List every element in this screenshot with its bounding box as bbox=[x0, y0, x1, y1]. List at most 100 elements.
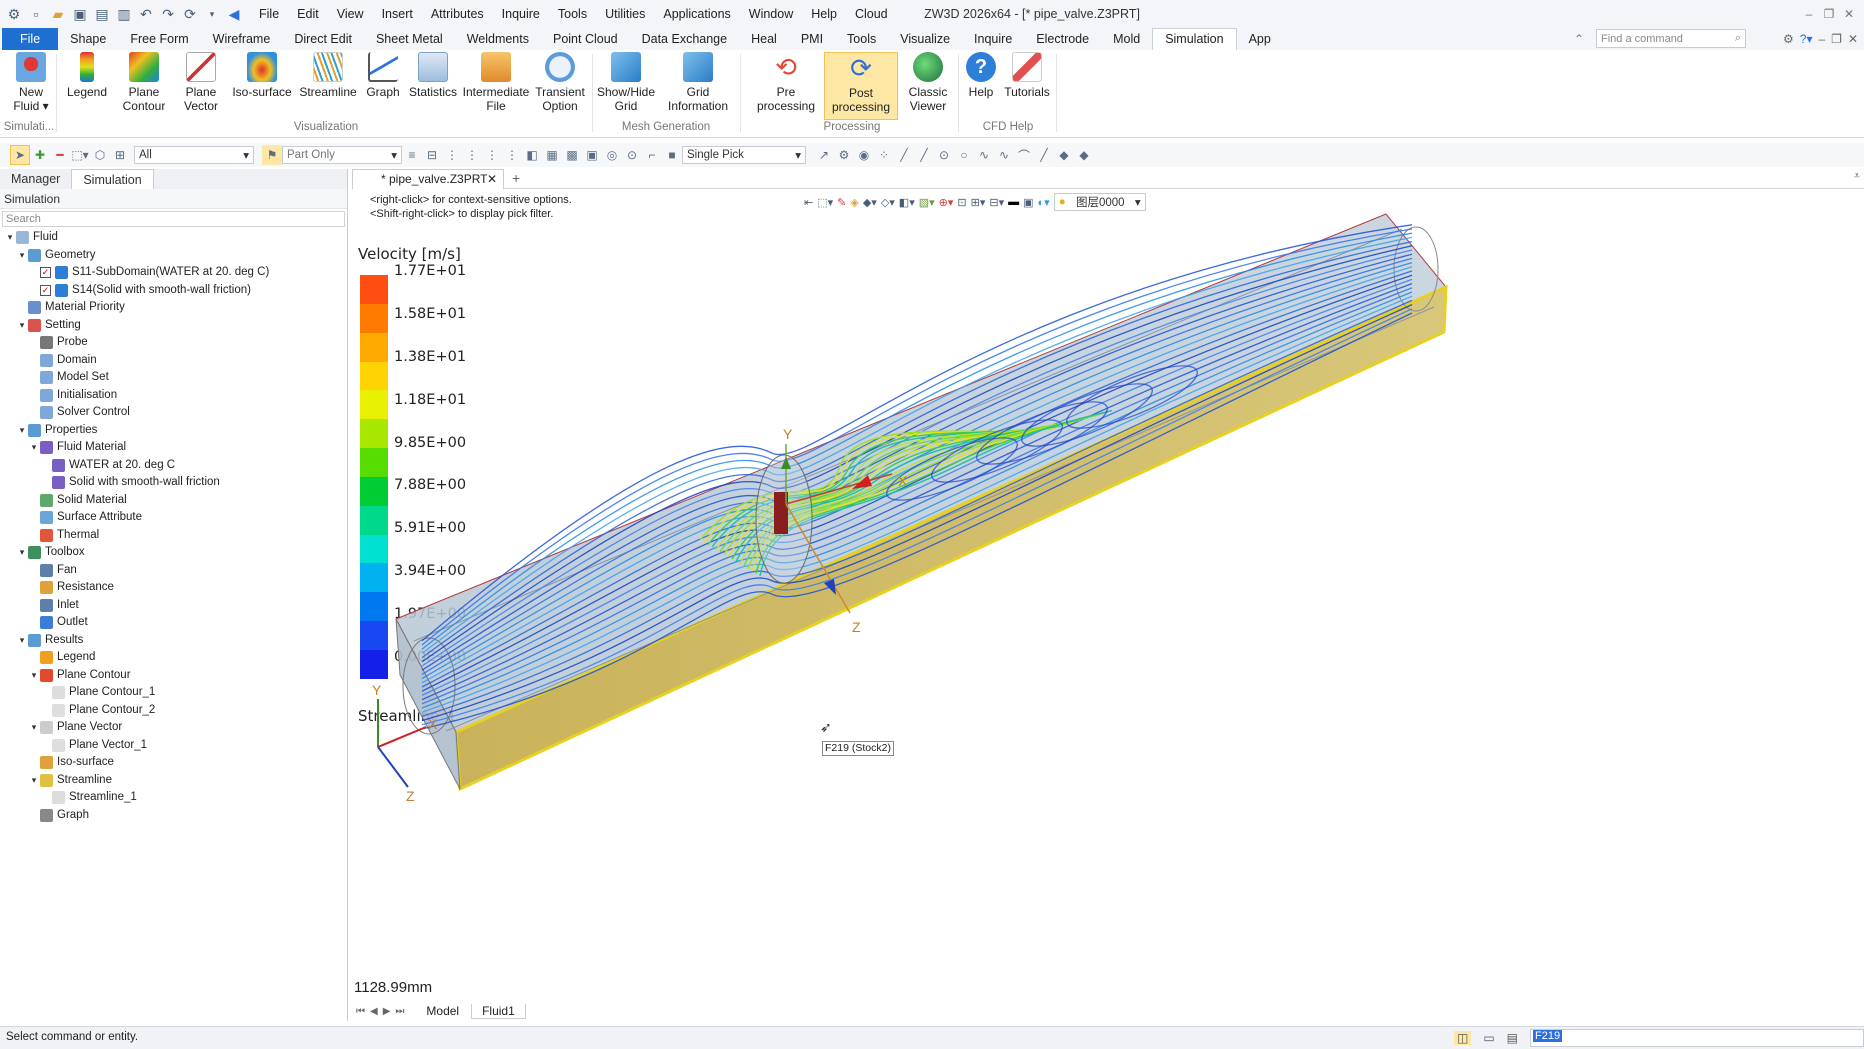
tutorials-button[interactable]: Tutorials bbox=[1002, 52, 1052, 99]
toolbar-icon-g[interactable]: ◧ bbox=[522, 145, 542, 165]
back-arrow-icon[interactable]: ◀ bbox=[224, 4, 244, 24]
find-command-input[interactable]: Find a command ⌕ bbox=[1596, 29, 1746, 48]
snap-icon-9[interactable]: ∿ bbox=[974, 145, 994, 165]
tree-node[interactable]: Graph bbox=[0, 807, 347, 825]
command-input[interactable]: F219 bbox=[1530, 1029, 1864, 1047]
close-tab-icon[interactable]: ✕ bbox=[487, 170, 497, 189]
tree-node[interactable]: ▾ Fluid bbox=[0, 229, 347, 247]
iso-surface-button[interactable]: Iso-surface bbox=[232, 52, 292, 99]
last-sheet-icon[interactable]: ⏭ bbox=[395, 1006, 404, 1017]
menu-tools[interactable]: Tools bbox=[549, 0, 596, 28]
expand-chevron-icon[interactable]: ▾ bbox=[16, 317, 28, 335]
prev-sheet-icon[interactable]: ◀ bbox=[370, 1006, 378, 1017]
toolbar-icon-c[interactable]: ⋮ bbox=[442, 145, 462, 165]
view-shading-icon[interactable]: ◆▾ bbox=[863, 196, 877, 209]
collapse-ribbon-icon[interactable]: ⌃ bbox=[1574, 28, 1584, 50]
view-render-icon[interactable]: ◧▾ bbox=[899, 196, 915, 209]
streamline-button[interactable]: Streamline bbox=[298, 52, 358, 99]
toolbar-icon-b[interactable]: ⊟ bbox=[422, 145, 442, 165]
help-icon[interactable]: ?▾ bbox=[1800, 32, 1813, 46]
layer-combo[interactable]: ● 图层0000 ▾ bbox=[1053, 193, 1146, 211]
toolbar-icon-f[interactable]: ⋮ bbox=[502, 145, 522, 165]
tree-node[interactable]: Plane Contour_2 bbox=[0, 702, 347, 720]
ribbon-tab-point-cloud[interactable]: Point Cloud bbox=[541, 28, 630, 50]
status-monitor-icon[interactable]: ▭ bbox=[1483, 1031, 1494, 1045]
tree-node[interactable]: Surface Attribute bbox=[0, 509, 347, 527]
view-grid-icon[interactable]: ⊟▾ bbox=[989, 196, 1004, 209]
panel-menu-icon[interactable]: ⩡ bbox=[1854, 170, 1860, 183]
print-icon[interactable]: ▤ bbox=[92, 4, 112, 24]
tree-node[interactable]: Legend bbox=[0, 649, 347, 667]
graph-button[interactable]: Graph bbox=[362, 52, 404, 99]
ribbon-tab-data-exchange[interactable]: Data Exchange bbox=[630, 28, 739, 50]
plane-vector-button[interactable]: Plane Vector bbox=[176, 52, 226, 113]
view-target-icon[interactable]: ⊕▾ bbox=[939, 196, 954, 209]
menu-insert[interactable]: Insert bbox=[373, 0, 422, 28]
doc-minimize-icon[interactable]: – bbox=[1818, 32, 1825, 46]
view-back-icon[interactable]: ⇤ bbox=[804, 196, 813, 209]
tree-node[interactable]: ▾ Fluid Material bbox=[0, 439, 347, 457]
ribbon-tab-sheet-metal[interactable]: Sheet Metal bbox=[364, 28, 455, 50]
frame-select-icon[interactable]: ⬚▾ bbox=[70, 145, 90, 165]
expand-chevron-icon[interactable]: ▾ bbox=[28, 719, 40, 737]
snap-icon-3[interactable]: ◉ bbox=[854, 145, 874, 165]
tree-node[interactable]: ▾ Results bbox=[0, 632, 347, 650]
ribbon-tab-weldments[interactable]: Weldments bbox=[455, 28, 541, 50]
visibility-checkbox[interactable]: ✓ bbox=[40, 284, 51, 296]
qat-dropdown-icon[interactable]: ▾ bbox=[202, 4, 222, 24]
plane-contour-button[interactable]: Plane Contour bbox=[118, 52, 170, 113]
snap-icon-13[interactable]: ◆ bbox=[1054, 145, 1074, 165]
view-black-icon[interactable]: ▬ bbox=[1008, 196, 1019, 208]
snap-icon-8[interactable]: ○ bbox=[954, 145, 974, 165]
view-display-icon[interactable]: ▧▾ bbox=[919, 196, 935, 209]
snap-icon-10[interactable]: ∿ bbox=[994, 145, 1014, 165]
refresh-icon[interactable]: ⟳ bbox=[180, 4, 200, 24]
ribbon-tab-file[interactable]: File bbox=[2, 28, 59, 50]
app-logo-icon[interactable]: ⚙ bbox=[4, 4, 24, 24]
view-pen-icon[interactable]: ✎ bbox=[837, 196, 846, 209]
ribbon-tab-free-form[interactable]: Free Form bbox=[118, 28, 200, 50]
tree-node[interactable]: Initialisation bbox=[0, 387, 347, 405]
save-icon[interactable]: ▣ bbox=[70, 4, 90, 24]
tree-node[interactable]: ✓ S11-SubDomain(WATER at 20. deg C) bbox=[0, 264, 347, 282]
ribbon-tab-pmi[interactable]: PMI bbox=[789, 28, 835, 50]
menu-inquire[interactable]: Inquire bbox=[493, 0, 549, 28]
ribbon-tab-electrode[interactable]: Electrode bbox=[1024, 28, 1101, 50]
tree-node[interactable]: ▾ Plane Contour bbox=[0, 667, 347, 685]
remove-icon[interactable]: ━ bbox=[50, 145, 70, 165]
first-sheet-icon[interactable]: ⏮ bbox=[356, 1006, 365, 1017]
tree-node[interactable]: ✓ S14(Solid with smooth-wall friction) bbox=[0, 282, 347, 300]
toolbar-icon-k[interactable]: ◎ bbox=[602, 145, 622, 165]
transient-option-button[interactable]: Transient Option bbox=[534, 52, 586, 113]
toolbar-icon-j[interactable]: ▣ bbox=[582, 145, 602, 165]
status-grid-icon[interactable]: ▤ bbox=[1507, 1031, 1518, 1045]
view-box-icon[interactable]: ▣ bbox=[1023, 196, 1033, 209]
view-orientation-icon[interactable]: ◇▾ bbox=[881, 196, 895, 209]
expand-chevron-icon[interactable]: ▾ bbox=[16, 247, 28, 265]
ribbon-tab-heal[interactable]: Heal bbox=[739, 28, 789, 50]
view-cube-icon[interactable]: ◈ bbox=[850, 196, 858, 209]
snap-icon-14[interactable]: ◆ bbox=[1074, 145, 1094, 165]
toolbar-icon-i[interactable]: ▩ bbox=[562, 145, 582, 165]
tab-simulation[interactable]: Simulation bbox=[71, 169, 154, 189]
expand-chevron-icon[interactable]: ▾ bbox=[16, 544, 28, 562]
pre-processing-button[interactable]: ⟲ Pre processing bbox=[752, 52, 820, 113]
expand-chevron-icon[interactable]: ▾ bbox=[28, 439, 40, 457]
toolbar-icon-d[interactable]: ⋮ bbox=[462, 145, 482, 165]
tree-node[interactable]: WATER at 20. deg C bbox=[0, 457, 347, 475]
intermediate-file-button[interactable]: Intermediate File bbox=[462, 52, 530, 113]
tree-node[interactable]: Domain bbox=[0, 352, 347, 370]
new-fluid-button[interactable]: New Fluid ▾ bbox=[6, 52, 56, 113]
sheet-tab-fluid1[interactable]: Fluid1 bbox=[471, 1003, 526, 1019]
ribbon-tab-app[interactable]: App bbox=[1237, 28, 1283, 50]
close-icon[interactable]: ✕ bbox=[1840, 7, 1858, 21]
tree-node[interactable]: ▾ Plane Vector bbox=[0, 719, 347, 737]
ribbon-tab-mold[interactable]: Mold bbox=[1101, 28, 1152, 50]
view-select-icon[interactable]: ⬚▾ bbox=[817, 196, 833, 209]
menu-cloud[interactable]: Cloud bbox=[846, 0, 897, 28]
toolbar-icon-l[interactable]: ⊙ bbox=[622, 145, 642, 165]
doc-close-icon[interactable]: ✕ bbox=[1848, 32, 1858, 46]
show-hide-grid-button[interactable]: Show/Hide Grid bbox=[596, 52, 656, 113]
graphics-viewport[interactable]: <right-click> for context-sensitive opti… bbox=[352, 189, 1864, 1001]
menu-applications[interactable]: Applications bbox=[654, 0, 739, 28]
